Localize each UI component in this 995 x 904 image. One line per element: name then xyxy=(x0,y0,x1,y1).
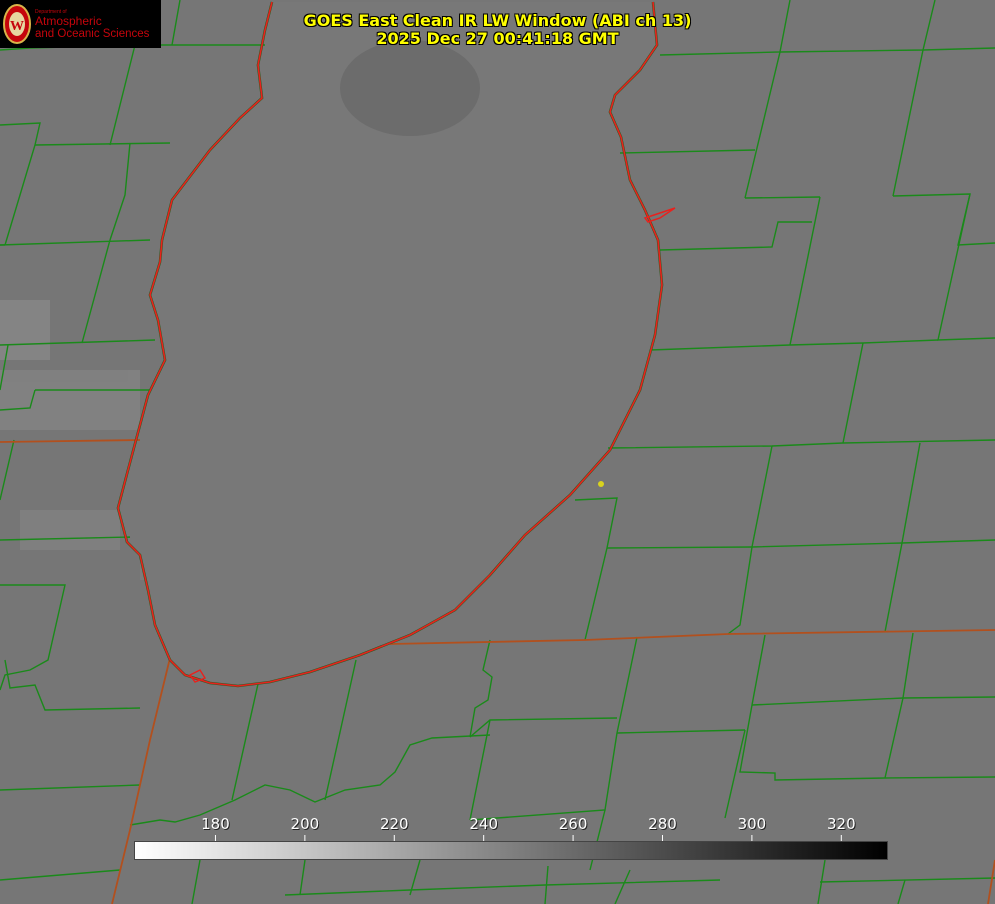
colorbar-tick-label: 180 xyxy=(201,815,230,833)
colorbar-tick-label: 240 xyxy=(469,815,498,833)
image-title: GOES East Clean IR LW Window (ABI ch 13) xyxy=(303,11,692,30)
colorbar-tick-label: 320 xyxy=(826,815,856,833)
image-timestamp: 2025 Dec 27 00:41:18 GMT xyxy=(376,29,619,48)
temperature-colorbar xyxy=(134,841,888,860)
colorbar-tick-label: 300 xyxy=(737,815,767,833)
colorbar-tick-label: 200 xyxy=(290,815,320,833)
colorbar-tick-label: 220 xyxy=(379,815,409,833)
colorbar-tick-label: 260 xyxy=(558,815,588,833)
cold-cloud-area xyxy=(340,40,480,136)
satellite-map xyxy=(0,0,995,904)
station-marker xyxy=(598,481,604,487)
colorbar-tick-label: 280 xyxy=(648,815,677,833)
